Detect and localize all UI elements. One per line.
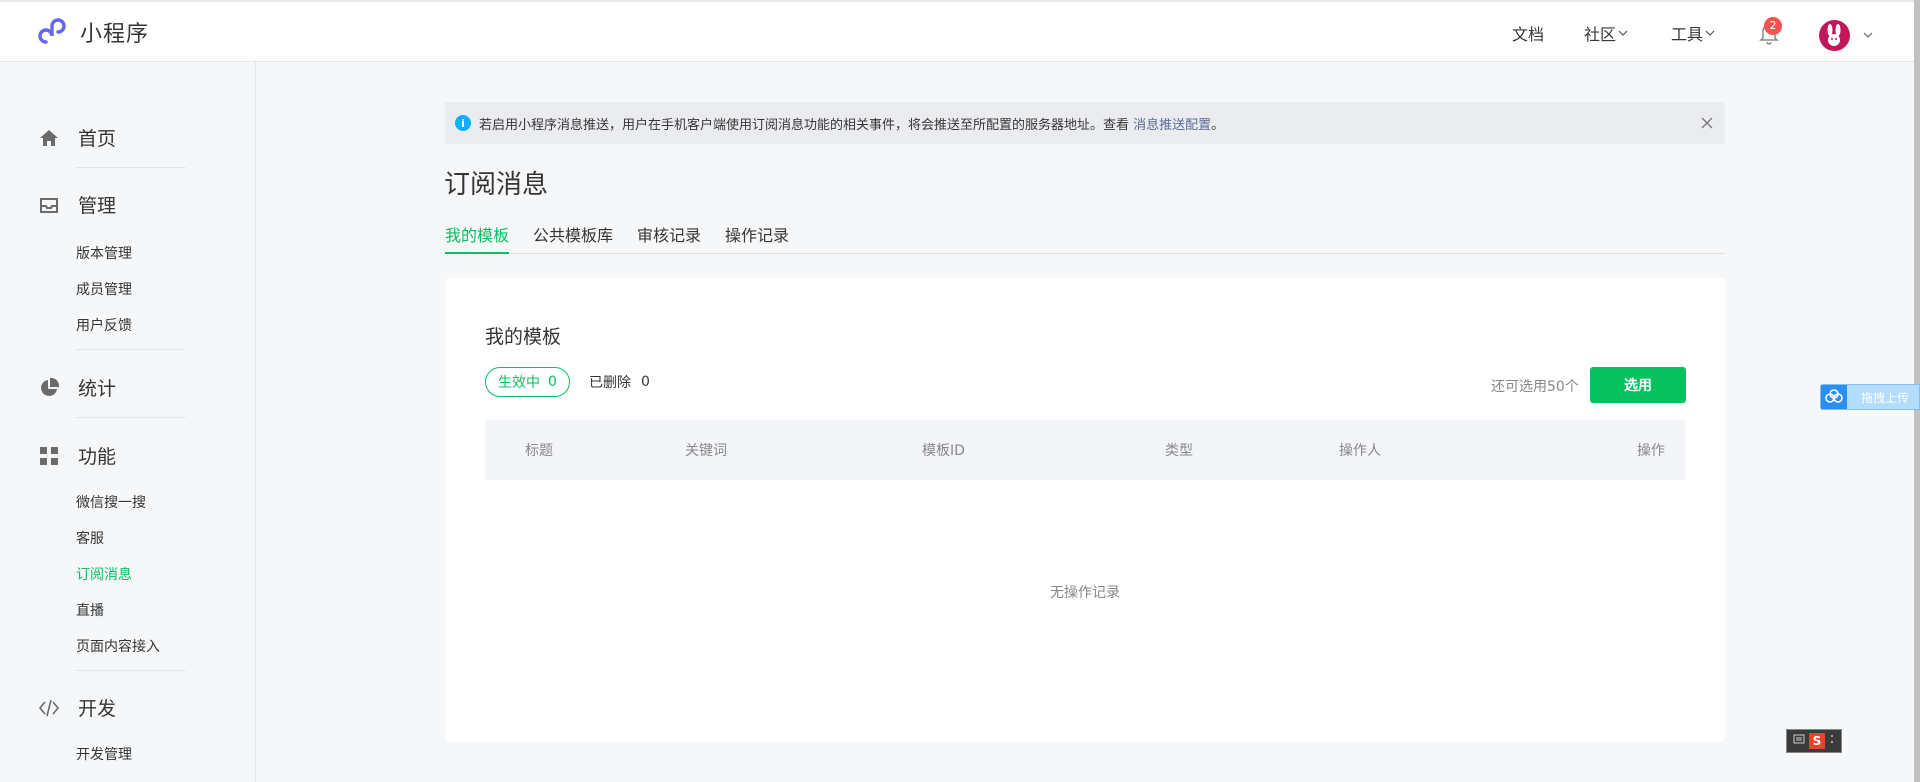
chevron-down-icon [1618,30,1628,36]
top-bar: 小程序 文档 社区 工具 2 [0,0,1916,62]
divider [76,349,186,350]
pie-chart-icon [38,377,60,399]
ime-toolbar[interactable]: S [1786,729,1842,753]
sidebar-item-member-manage[interactable]: 成员管理 [76,279,132,299]
code-icon [38,697,60,719]
info-icon: i [455,115,471,131]
chevron-down-icon [1705,30,1715,36]
divider [76,670,186,671]
sidebar-item-live[interactable]: 直播 [76,600,104,620]
sidebar-item-label: 统计 [78,378,117,400]
close-icon[interactable] [1699,115,1715,131]
grid-icon [38,445,60,467]
push-notice: i 若启用小程序消息推送，用户在手机客户端使用订阅消息功能的相关事件，将会推送至… [445,102,1725,144]
column-header-title: 标题 [525,443,553,459]
templates-card: 我的模板 生效中 0 已删除 0 还可选用50个 选用 标题 关键词 模板ID … [445,278,1725,742]
sidebar-item-develop-manage[interactable]: 开发管理 [76,744,132,764]
notice-period: 。 [1211,117,1225,133]
filter-deleted-label: 已删除 [589,375,631,391]
sidebar-item-develop[interactable]: 开发 [38,694,116,721]
empty-state-text: 无操作记录 [1050,585,1120,601]
chevron-down-icon[interactable] [1862,29,1874,41]
community-menu[interactable]: 社区 [1584,21,1628,45]
tools-menu[interactable]: 工具 [1671,21,1715,45]
sidebar-item-manage[interactable]: 管理 [38,191,116,218]
sidebar-item-subscribe-message[interactable]: 订阅消息 [76,564,132,584]
tab-my-templates[interactable]: 我的模板 [445,222,510,254]
notice-text: 若启用小程序消息推送，用户在手机客户端使用订阅消息功能的相关事件，将会推送至所配… [479,114,1224,133]
push-config-link[interactable]: 消息推送配置 [1133,118,1211,133]
divider [76,417,186,418]
tab-public-templates[interactable]: 公共模板库 [533,222,613,254]
page-title: 订阅消息 [444,170,549,200]
upload-widget-label: 拖拽上传 [1861,390,1910,405]
sidebar-item-label: 功能 [78,446,117,468]
brand-name: 小程序 [80,22,150,47]
community-label: 社区 [1584,25,1617,44]
sidebar-item-label: 管理 [78,195,117,217]
miniprogram-logo-icon [38,18,66,44]
filter-active[interactable]: 生效中 0 [485,367,570,397]
remaining-quota: 还可选用50个 [1491,379,1579,395]
column-header-template-id: 模板ID [922,443,965,459]
sidebar-item-label: 开发 [78,698,117,720]
column-header-keywords: 关键词 [685,443,727,459]
sidebar-item-version-manage[interactable]: 版本管理 [76,243,132,263]
sidebar-item-features[interactable]: 功能 [38,442,116,469]
column-header-type: 类型 [1165,443,1193,459]
ime-menu-icon [1829,733,1835,749]
brand[interactable]: 小程序 [38,16,149,48]
docs-link[interactable]: 文档 [1512,21,1544,45]
notification-badge: 2 [1764,17,1782,35]
sidebar-item-page-content[interactable]: 页面内容接入 [76,636,160,656]
filter-active-label: 生效中 [498,375,540,391]
sidebar-item-stats[interactable]: 统计 [38,374,116,401]
filter-active-count: 0 [548,374,557,390]
cloud-icon [1821,385,1847,409]
inbox-icon [38,194,60,216]
column-header-operator: 操作人 [1339,443,1381,459]
tools-label: 工具 [1671,25,1704,44]
filter-deleted[interactable]: 已删除 0 [589,367,650,397]
column-header-action: 操作 [1637,443,1665,459]
tab-operation-records[interactable]: 操作记录 [725,222,789,254]
keyboard-icon [1793,733,1805,749]
ime-logo-icon: S [1809,733,1825,749]
sidebar-item-label: 首页 [78,128,117,150]
sidebar-item-customer-service[interactable]: 客服 [76,528,104,548]
sidebar: 首页 管理 版本管理 成员管理 用户反馈 统计 功能 微信搜一搜 客服 订阅消息… [0,62,256,782]
tab-bar: 我的模板 公共模板库 审核记录 操作记录 [445,222,1725,254]
tab-review-records[interactable]: 审核记录 [637,222,701,254]
avatar-image-icon [1827,24,1841,46]
divider [76,167,186,168]
select-template-button[interactable]: 选用 [1590,367,1686,403]
sidebar-item-user-feedback[interactable]: 用户反馈 [76,315,132,335]
avatar[interactable] [1819,20,1850,51]
table-header: 标题 关键词 模板ID 类型 操作人 操作 [485,420,1685,480]
upload-float-widget[interactable]: 拖拽上传 [1820,384,1920,410]
home-icon [38,127,60,149]
notice-body: 若启用小程序消息推送，用户在手机客户端使用订阅消息功能的相关事件，将会推送至所配… [479,117,1134,133]
card-title: 我的模板 [485,326,562,348]
filter-deleted-count: 0 [641,374,650,390]
sidebar-item-home[interactable]: 首页 [38,124,116,151]
sidebar-item-wechat-search[interactable]: 微信搜一搜 [76,492,146,512]
